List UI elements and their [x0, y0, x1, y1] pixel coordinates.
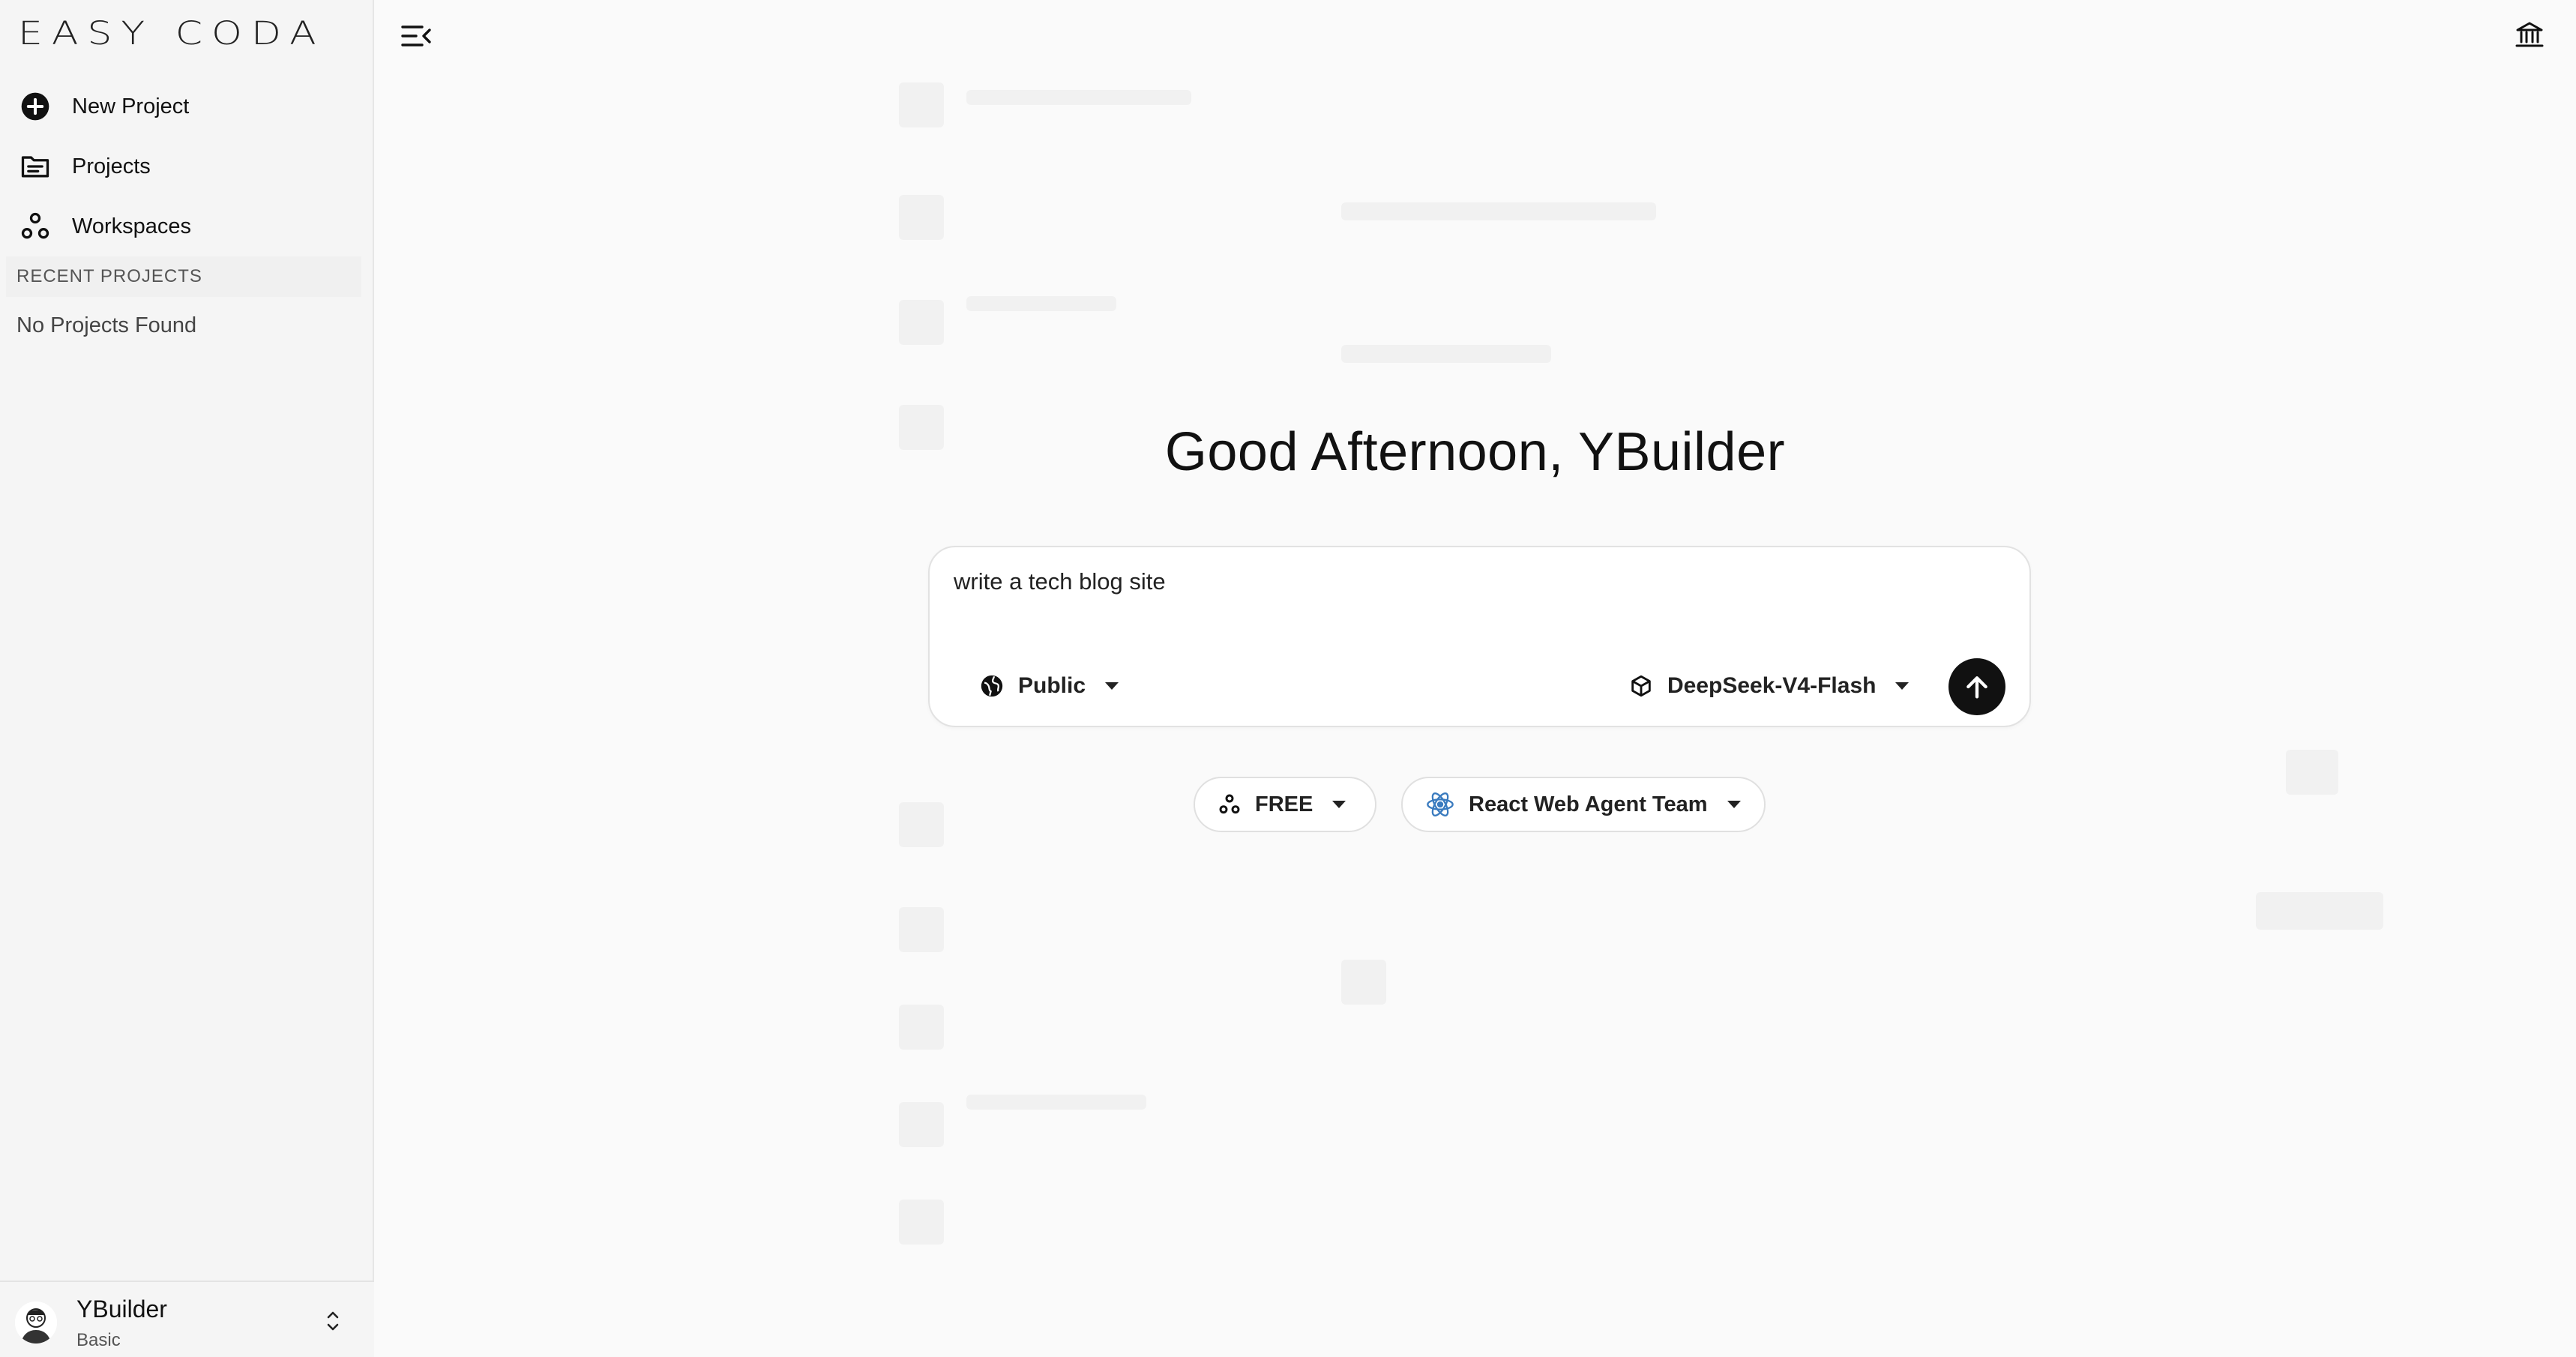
main-area: Good Afternoon, YBuilder write a tech bl… [374, 0, 2576, 1357]
collapse-sidebar-button[interactable] [401, 21, 433, 51]
no-projects-text: No Projects Found [16, 313, 197, 337]
background-decoration [899, 907, 944, 952]
sidebar: EASY CODA New Project Projects Workspace… [0, 0, 374, 1357]
account-switch-icon[interactable] [324, 1306, 342, 1336]
send-button[interactable] [1948, 658, 2005, 715]
background-decoration [966, 296, 1116, 311]
tier-dropdown[interactable]: FREE [1194, 777, 1376, 832]
greeting-heading: Good Afternoon, YBuilder [1164, 422, 1786, 482]
background-decoration [1341, 345, 1551, 363]
prompt-composer: write a tech blog site Public DeepSeek-V… [928, 546, 2031, 727]
projects-label: Projects [72, 154, 151, 178]
bank-icon [2515, 22, 2544, 47]
background-decoration [2286, 750, 2338, 795]
background-decoration [899, 1102, 944, 1147]
agent-team-dropdown[interactable]: React Web Agent Team [1401, 777, 1766, 832]
background-decoration [966, 90, 1191, 105]
app-logo: EASY CODA [18, 15, 325, 52]
chevron-down-icon [1332, 801, 1346, 808]
background-decoration [966, 1095, 1146, 1110]
recent-projects-header: RECENT PROJECTS [6, 256, 361, 297]
avatar [15, 1302, 57, 1344]
visibility-dropdown[interactable]: Public [979, 673, 1119, 699]
workspaces-icon [16, 208, 54, 245]
workspaces-label: Workspaces [72, 214, 192, 238]
background-decoration [899, 300, 944, 345]
background-decoration [899, 802, 944, 847]
react-icon [1427, 792, 1454, 816]
plus-circle-icon [16, 88, 54, 125]
tier-label: FREE [1255, 792, 1313, 816]
background-decoration [899, 1200, 944, 1245]
chevron-down-icon [1105, 682, 1119, 690]
background-decoration [899, 195, 944, 240]
background-decoration [899, 82, 944, 127]
workspaces-nav-item[interactable]: Workspaces [16, 202, 191, 250]
agent-team-label: React Web Agent Team [1469, 792, 1708, 816]
user-plan: Basic [76, 1330, 121, 1350]
model-dropdown[interactable]: DeepSeek-V4-Flash [1628, 673, 1910, 699]
chevron-down-icon [1727, 801, 1741, 808]
user-profile-bar[interactable]: YBuilder Basic [0, 1281, 374, 1357]
new-project-button[interactable]: New Project [16, 82, 189, 130]
chevron-down-icon [1895, 682, 1910, 690]
visibility-label: Public [1018, 673, 1086, 698]
workspaces-icon [1219, 794, 1240, 814]
new-project-label: New Project [72, 94, 190, 118]
collapse-sidebar-icon [401, 25, 431, 46]
cube-icon [1631, 675, 1651, 697]
folder-icon [16, 148, 54, 185]
background-decoration [1341, 960, 1386, 1005]
background-decoration [2256, 892, 2383, 930]
background-decoration [1341, 202, 1656, 220]
globe-icon [981, 675, 1003, 697]
model-label: DeepSeek-V4-Flash [1667, 673, 1877, 698]
institution-button[interactable] [2515, 19, 2545, 49]
prompt-input[interactable]: write a tech blog site [954, 568, 1166, 595]
projects-nav-item[interactable]: Projects [16, 142, 151, 190]
background-decoration [899, 1005, 944, 1050]
arrow-up-icon [1966, 676, 1987, 699]
user-name: YBuilder [76, 1296, 167, 1323]
